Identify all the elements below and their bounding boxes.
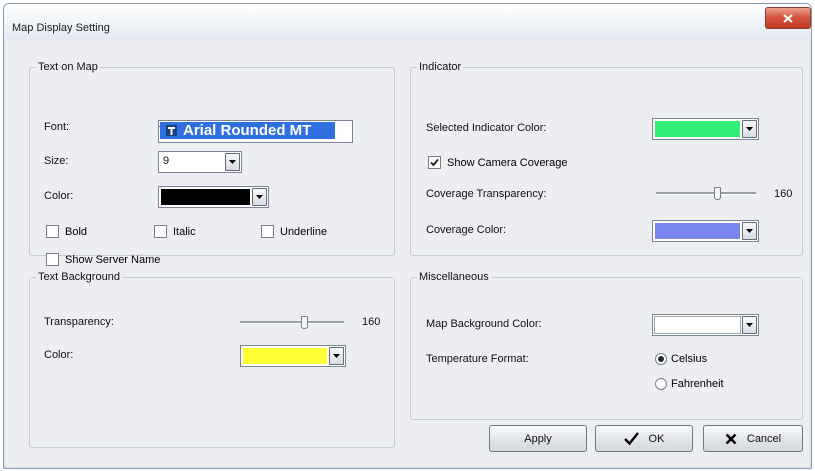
selected-indicator-color-dropdown[interactable] [652, 118, 759, 140]
window-title: Map Display Setting [12, 22, 110, 34]
transparency-value: 160 [362, 316, 381, 328]
transparency-slider-track [240, 321, 344, 324]
transparency-label: Transparency: [44, 316, 114, 328]
transparency-slider[interactable] [240, 316, 344, 329]
apply-button[interactable]: Apply [489, 425, 587, 452]
transparency-slider-thumb[interactable] [301, 316, 308, 329]
selected-indicator-color-swatch [655, 121, 740, 137]
miscellaneous-group: Miscellaneous Map Background Color: Temp… [410, 271, 803, 420]
bold-label: Bold [65, 225, 88, 238]
temperature-format-label: Temperature Format: [426, 353, 529, 365]
celsius-radio-dot[interactable] [655, 353, 667, 365]
font-value: Arial Rounded MT [183, 122, 312, 139]
selected-indicator-color-label: Selected Indicator Color: [426, 122, 547, 134]
coverage-transparency-slider[interactable] [656, 187, 756, 200]
dialog-window: Map Display Setting Text on Map Font: Ar… [3, 3, 812, 469]
show-server-name-checkbox[interactable]: Show Server Name [46, 253, 160, 266]
chevron-down-icon [746, 127, 753, 131]
coverage-color-dropdown[interactable] [652, 220, 759, 242]
coverage-color-swatch [655, 223, 740, 239]
show-camera-coverage-label: Show Camera Coverage [447, 156, 568, 169]
text-on-map-group: Text on Map Font: Arial Rounded MT Size:… [29, 61, 395, 266]
map-background-color-label: Map Background Color: [426, 318, 542, 330]
miscellaneous-legend: Miscellaneous [419, 271, 489, 283]
background-color-dropdown-arrow[interactable] [329, 347, 344, 365]
text-on-map-legend: Text on Map [38, 61, 98, 73]
coverage-transparency-slider-thumb[interactable] [714, 187, 721, 200]
background-color-label: Color: [44, 349, 74, 361]
font-selection: Arial Rounded MT [160, 122, 335, 139]
cancel-button[interactable]: Cancel [703, 425, 803, 452]
close-icon [783, 13, 793, 23]
font-label: Font: [44, 121, 70, 133]
background-color-swatch [243, 348, 327, 364]
indicator-group: Indicator Selected Indicator Color: Show… [410, 61, 803, 256]
ok-button[interactable]: OK [595, 425, 693, 452]
bold-checkbox-box[interactable] [46, 225, 59, 238]
map-background-color-swatch [654, 316, 741, 334]
celsius-radio[interactable]: Celsius [655, 353, 707, 365]
italic-checkbox-box[interactable] [154, 225, 167, 238]
coverage-transparency-slider-track [656, 192, 756, 195]
cancel-label: Cancel [746, 432, 782, 445]
italic-checkbox[interactable]: Italic [154, 225, 196, 238]
title-bar[interactable]: Map Display Setting [4, 4, 811, 40]
chevron-down-icon [746, 323, 753, 327]
show-camera-coverage-checkbox[interactable]: Show Camera Coverage [428, 156, 567, 169]
text-background-group: Text Background Transparency: 160 Color: [29, 271, 395, 448]
size-value: 9 [163, 155, 170, 167]
indicator-legend: Indicator [419, 61, 462, 73]
apply-label: Apply [524, 432, 552, 445]
bold-checkbox[interactable]: Bold [46, 225, 87, 238]
text-background-legend: Text Background [38, 271, 120, 283]
text-color-dropdown[interactable] [158, 186, 269, 208]
size-label: Size: [44, 155, 69, 167]
coverage-color-arrow[interactable] [742, 222, 757, 240]
show-server-name-checkbox-box[interactable] [46, 253, 59, 266]
x-icon [725, 433, 737, 444]
fahrenheit-radio-dot[interactable] [655, 378, 667, 390]
close-button[interactable] [765, 7, 811, 29]
text-color-dropdown-arrow[interactable] [252, 188, 267, 206]
background-color-dropdown[interactable] [240, 345, 346, 367]
checkmark-icon [430, 158, 439, 167]
coverage-color-label: Coverage Color: [426, 224, 507, 236]
chevron-down-icon [333, 354, 340, 358]
ok-label: OK [648, 432, 665, 445]
text-color-swatch [161, 189, 250, 205]
size-dropdown[interactable]: 9 [158, 151, 242, 173]
chevron-down-icon [229, 160, 236, 164]
italic-label: Italic [173, 225, 196, 238]
chevron-down-icon [256, 195, 263, 199]
chevron-down-icon [746, 229, 753, 233]
dialog-client: Text on Map Font: Arial Rounded MT Size:… [11, 42, 803, 460]
celsius-label: Celsius [671, 353, 708, 365]
truetype-font-icon [166, 125, 177, 136]
selected-indicator-color-arrow[interactable] [742, 120, 757, 138]
coverage-transparency-label: Coverage Transparency: [426, 188, 547, 200]
underline-checkbox-box[interactable] [261, 225, 274, 238]
coverage-transparency-value: 160 [774, 188, 793, 200]
size-dropdown-arrow[interactable] [225, 153, 240, 171]
checkmark-icon [623, 432, 639, 445]
map-background-color-arrow[interactable] [742, 316, 757, 334]
radio-selected-dot [658, 356, 664, 362]
show-camera-coverage-checkbox-box[interactable] [428, 156, 441, 169]
map-background-color-dropdown[interactable] [652, 314, 759, 336]
underline-label: Underline [280, 225, 328, 238]
font-dropdown[interactable]: Arial Rounded MT [158, 120, 353, 143]
show-server-name-label: Show Server Name [65, 253, 161, 266]
fahrenheit-radio[interactable]: Fahrenheit [655, 378, 724, 390]
text-color-label: Color: [44, 190, 74, 202]
underline-checkbox[interactable]: Underline [261, 225, 327, 238]
fahrenheit-label: Fahrenheit [671, 378, 724, 390]
